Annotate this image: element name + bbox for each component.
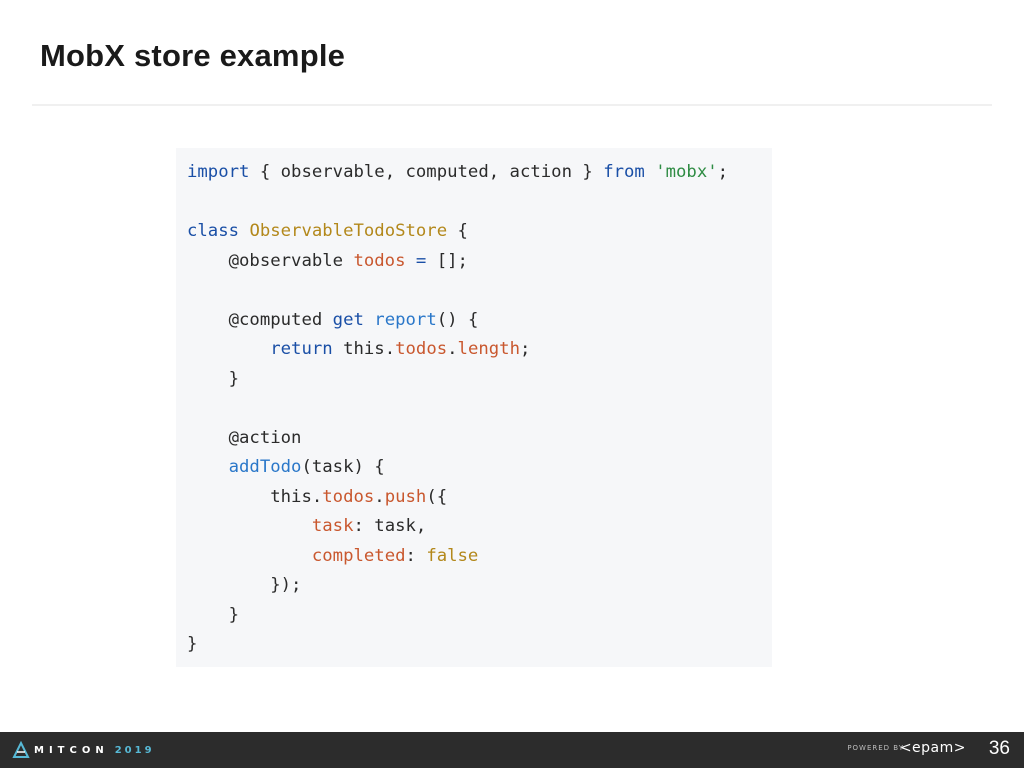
code-token: import: [187, 162, 250, 182]
code-token: : task,: [353, 516, 427, 536]
code-token: :: [405, 545, 427, 566]
code-token: [];: [426, 250, 468, 271]
code-token: =: [415, 250, 427, 271]
slide-footer: MITCON 2019 POWERED BY <epam> 36: [0, 732, 1024, 768]
code-line: import { observable, computed, action } …: [187, 158, 728, 188]
code-token: todos: [353, 250, 406, 271]
code-line: @computed get report() {: [187, 306, 728, 336]
title-divider: [32, 104, 992, 106]
code-token: ({: [426, 486, 448, 507]
conference-mark-icon: [12, 741, 30, 758]
code-line: completed: false: [187, 542, 728, 572]
code-token: (task) {: [301, 457, 385, 477]
code-line: }: [187, 601, 728, 631]
code-token: task: [311, 516, 354, 536]
code-line: task: task,: [187, 512, 728, 542]
code-token: todos: [395, 339, 448, 359]
code-line: }: [187, 365, 728, 395]
code-token: }: [187, 368, 240, 389]
code-line: return this.todos.length;: [187, 335, 728, 365]
sponsor-logo: <epam>: [899, 740, 966, 756]
page-number: 36: [988, 738, 1010, 759]
code-token: push: [384, 486, 427, 507]
code-token: length: [457, 339, 520, 359]
code-token: get: [332, 309, 364, 330]
code-token: }: [187, 634, 198, 654]
code-line: }: [187, 630, 728, 660]
code-token: @action: [187, 427, 302, 448]
code-line: @action: [187, 424, 728, 454]
code-token: this.: [332, 339, 396, 359]
code-token: todos: [322, 486, 375, 507]
powered-by-label: POWERED BY: [847, 744, 904, 752]
conference-logo: MITCON 2019: [12, 740, 155, 760]
code-line: @observable todos = [];: [187, 247, 728, 277]
code-token: false: [426, 545, 479, 566]
code-token: completed: [311, 545, 406, 566]
code-token: @computed: [187, 309, 333, 330]
code-block: import { observable, computed, action } …: [176, 148, 772, 667]
code-token: addTodo: [228, 457, 302, 477]
code-token: ;: [519, 339, 531, 359]
code-token: ObservableTodoStore: [249, 221, 448, 241]
code-token: { observable, computed, action }: [249, 162, 604, 182]
code-line: this.todos.push({: [187, 483, 728, 513]
code-token: 'mobx': [655, 162, 718, 182]
code-token: () {: [436, 309, 479, 330]
code-token: });: [187, 575, 302, 595]
code-token: class: [187, 221, 240, 241]
code-token: return: [270, 339, 333, 359]
code-token: from: [603, 162, 645, 182]
code-token: ;: [717, 162, 729, 182]
code-token: }: [187, 604, 240, 625]
code-token: @observable: [187, 250, 354, 271]
conference-name: MITCON: [34, 744, 109, 756]
code-line: class ObservableTodoStore {: [187, 217, 728, 247]
code-line: addTodo(task) {: [187, 453, 728, 483]
slide-title: MobX store example: [40, 38, 346, 73]
code-token: report: [374, 309, 437, 330]
code-token: .: [374, 486, 385, 507]
code-line: });: [187, 571, 728, 601]
conference-year: 2019: [114, 744, 155, 756]
code-token: this.: [187, 486, 323, 507]
code-listing: import { observable, computed, action } …: [187, 158, 728, 660]
code-token: .: [447, 339, 458, 359]
code-token: {: [447, 221, 468, 241]
